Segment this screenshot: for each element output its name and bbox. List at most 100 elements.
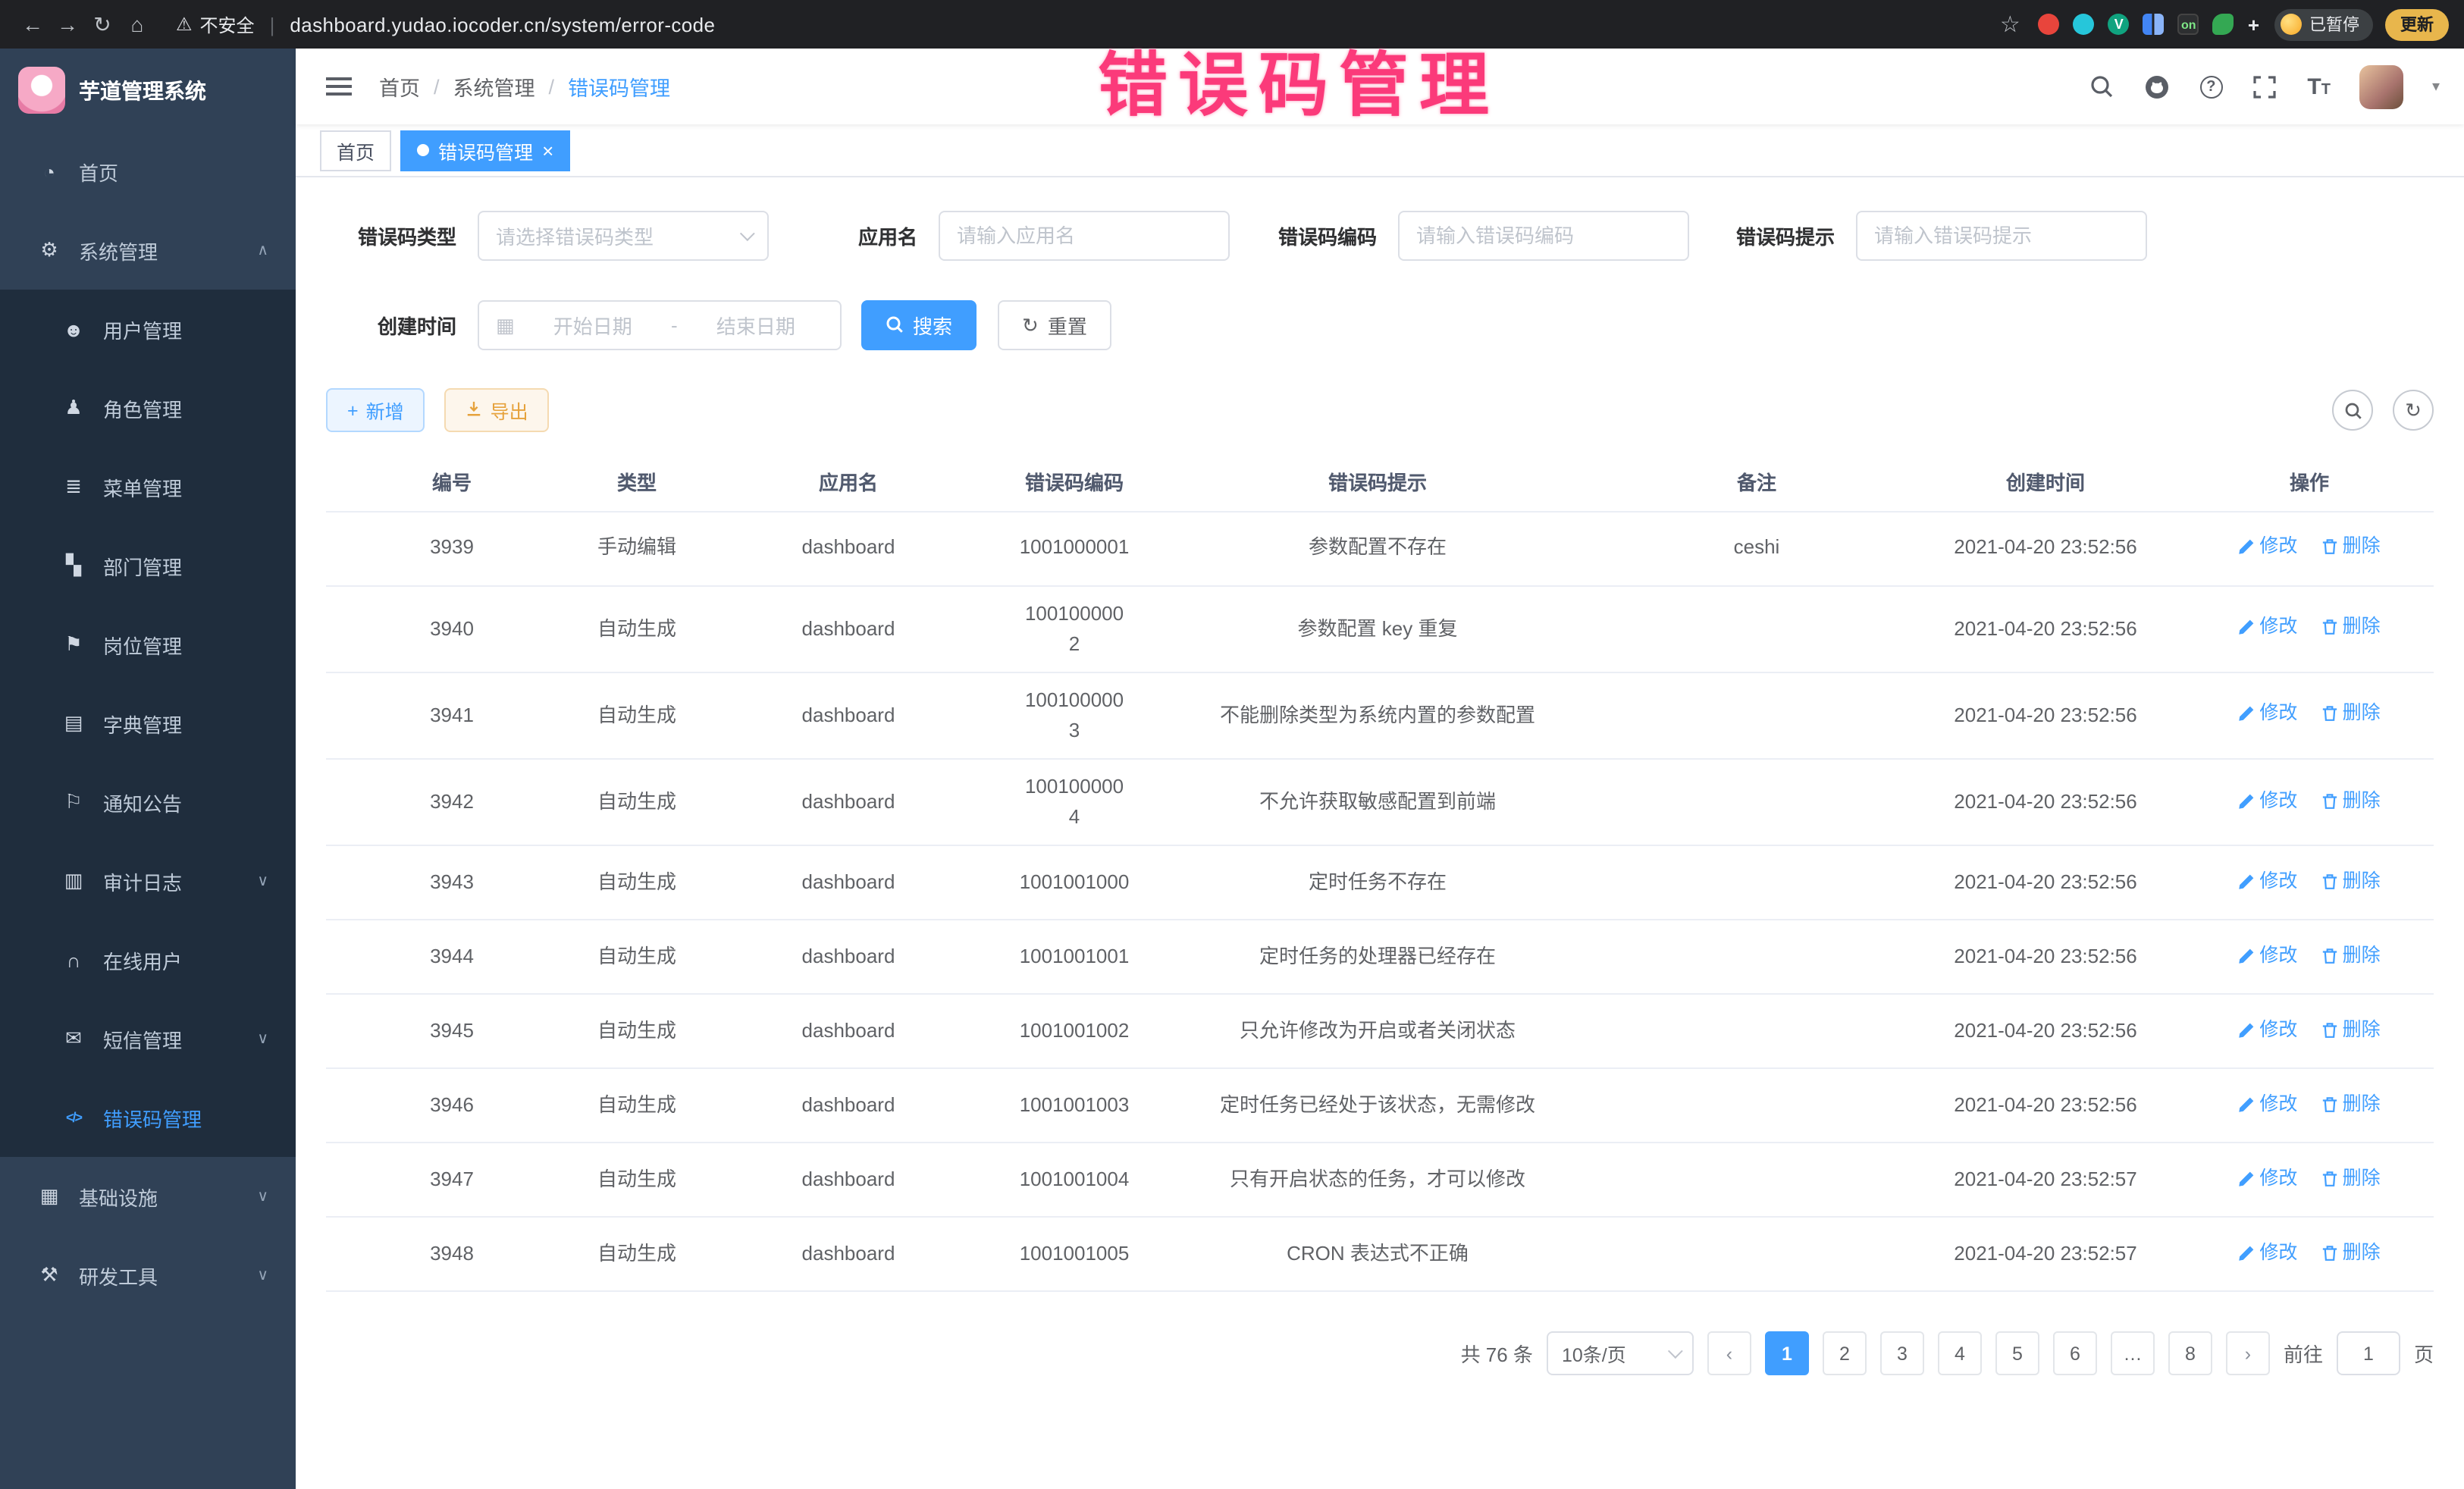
back-icon[interactable]: ← [15,12,50,36]
page-button-4[interactable]: 4 [1938,1332,1982,1376]
sidebar-item-label: 菜单管理 [103,472,182,501]
forward-icon[interactable]: → [50,12,85,36]
search-button[interactable]: 搜索 [861,300,977,350]
github-icon[interactable] [2143,73,2171,100]
sidebar-item-menus[interactable]: ≣菜单管理 [0,447,296,526]
delete-link[interactable]: 删除 [2321,1238,2381,1268]
delete-link[interactable]: 删除 [2321,867,2381,896]
extension-grid-icon[interactable] [2143,14,2165,35]
page-button-3[interactable]: 3 [1880,1332,1924,1376]
delete-link[interactable]: 删除 [2321,1089,2381,1119]
close-icon[interactable]: × [542,140,553,160]
extension-green-icon[interactable] [2213,14,2234,35]
sidebar-item-sms[interactable]: ✉短信管理∨ [0,999,296,1078]
bookmark-star-icon[interactable]: ☆ [2000,11,2020,38]
delete-link[interactable]: 删除 [2321,1015,2381,1045]
security-status[interactable]: ⚠ 不安全 [176,11,255,37]
export-button[interactable]: 导出 [445,388,550,432]
extension-vue-icon[interactable]: V [2108,14,2130,35]
cell-type: 自动生成 [578,672,696,760]
browser-update-button[interactable]: 更新 [2385,8,2449,40]
page-button-5[interactable]: 5 [1995,1332,2039,1376]
help-icon[interactable]: ? [2199,75,2222,98]
page-size-select[interactable]: 10条/页 [1547,1332,1694,1376]
search-icon[interactable] [2087,73,2114,100]
edit-link[interactable]: 修改 [2238,867,2297,896]
sidebar-item-dev-tools[interactable]: ⚒研发工具∨ [0,1236,296,1315]
edit-link[interactable]: 修改 [2238,941,2297,970]
page-ellipsis[interactable]: … [2111,1332,2155,1376]
sidebar-item-system[interactable]: ⚙系统管理∧ [0,211,296,290]
reset-button[interactable]: ↻ 重置 [998,300,1111,350]
tab-home[interactable]: 首页 [320,130,391,171]
edit-link[interactable]: 修改 [2238,1089,2297,1119]
sidebar-item-audit-log[interactable]: ▥审计日志∨ [0,842,296,920]
date-range-picker[interactable]: ▦ 开始日期 - 结束日期 [478,300,842,350]
breadcrumb-home[interactable]: 首页 [379,71,420,102]
sidebar-item-users[interactable]: ☻用户管理 [0,290,296,368]
sidebar-item-label: 通知公告 [103,788,182,817]
delete-link[interactable]: 删除 [2321,700,2381,729]
refresh-table-button[interactable]: ↻ [2393,390,2434,431]
home-icon[interactable]: ⌂ [120,12,155,36]
sidebar-item-online-users[interactable]: ∩在线用户 [0,920,296,999]
sidebar-item-dicts[interactable]: ▤字典管理 [0,684,296,763]
edit-link[interactable]: 修改 [2238,613,2297,642]
extension-on-badge[interactable]: on [2178,14,2199,35]
chevron-down-icon: ∨ [257,1188,268,1205]
edit-link[interactable]: 修改 [2238,786,2297,816]
edit-link[interactable]: 修改 [2238,1238,2297,1268]
user-avatar[interactable] [2359,64,2403,108]
app-logo[interactable]: 芋道管理系统 [0,49,296,132]
add-button[interactable]: + 新增 [326,388,425,432]
cell-msg: 参数配置 key 重复 [1148,585,1607,672]
next-page-button[interactable]: › [2226,1332,2270,1376]
reload-icon[interactable]: ↻ [85,11,120,37]
sidebar-item-depts[interactable]: ▚部门管理 [0,526,296,605]
extension-cyan-icon[interactable] [2074,14,2095,35]
page-button-8[interactable]: 8 [2168,1332,2212,1376]
sidebar-item-label: 系统管理 [79,236,158,265]
tab-error-code[interactable]: 错误码管理 × [400,130,570,171]
hamburger-icon[interactable] [326,85,352,88]
cell-type: 自动生成 [578,759,696,846]
chevron-down-icon[interactable]: ▾ [2432,78,2440,95]
delete-link[interactable]: 删除 [2321,1164,2381,1193]
sidebar-item-error-code[interactable]: </>错误码管理 [0,1078,296,1157]
breadcrumb-system[interactable]: 系统管理 [453,71,535,102]
sidebar-item-notices[interactable]: ⚐通知公告 [0,763,296,842]
extension-red-icon[interactable] [2039,14,2060,35]
extensions-puzzle-icon[interactable]: + [2248,13,2259,36]
prev-page-button[interactable]: ‹ [1707,1332,1751,1376]
cell-id: 3946 [326,1069,578,1143]
page-button-6[interactable]: 6 [2053,1332,2097,1376]
edit-link[interactable]: 修改 [2238,1015,2297,1045]
cell-msg: 定时任务已经处于该状态，无需修改 [1148,1069,1607,1143]
delete-link[interactable]: 删除 [2321,941,2381,970]
error-type-select[interactable]: 请选择错误码类型 [478,211,769,261]
profile-paused-badge[interactable]: 已暂停 [2274,8,2373,40]
page-button-1[interactable]: 1 [1765,1332,1809,1376]
cell-time: 2021-04-20 23:52:57 [1906,1143,2185,1218]
app-name-input[interactable] [957,224,1212,247]
font-size-icon[interactable]: TT [2307,74,2331,99]
error-code-input[interactable] [1416,224,1671,247]
sidebar-item-label: 部门管理 [103,551,182,580]
edit-link[interactable]: 修改 [2238,532,2297,562]
edit-link[interactable]: 修改 [2238,700,2297,729]
delete-link[interactable]: 删除 [2321,613,2381,642]
sidebar-item-infra[interactable]: ▦基础设施∨ [0,1157,296,1236]
sidebar-item-roles[interactable]: ♟角色管理 [0,368,296,447]
edit-link[interactable]: 修改 [2238,1164,2297,1193]
sidebar-item-home[interactable]: ◔首页 [0,132,296,211]
toggle-search-button[interactable] [2332,390,2373,431]
delete-link[interactable]: 删除 [2321,786,2381,816]
goto-page-input[interactable] [2337,1332,2400,1376]
address-url[interactable]: dashboard.yudao.iocoder.cn/system/error-… [290,13,715,36]
sidebar-item-posts[interactable]: ⚑岗位管理 [0,605,296,684]
fullscreen-icon[interactable] [2251,73,2278,100]
error-msg-input[interactable] [1874,224,2129,247]
page-button-2[interactable]: 2 [1823,1332,1867,1376]
cell-actions: 修改 删除 [2185,511,2434,585]
delete-link[interactable]: 删除 [2321,532,2381,562]
